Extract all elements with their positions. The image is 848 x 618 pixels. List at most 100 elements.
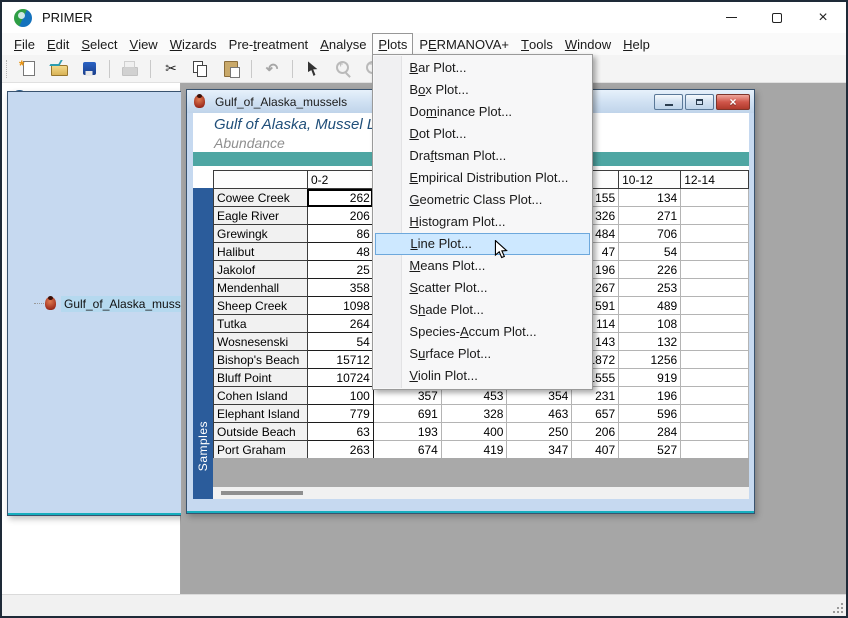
cut-icon[interactable] <box>159 58 183 80</box>
cell[interactable]: 100 <box>307 387 373 405</box>
menu-item-dot-plot[interactable]: Dot Plot... <box>373 123 592 145</box>
menu-tools[interactable]: Tools <box>515 33 559 55</box>
row-label[interactable]: Cohen Island <box>214 387 308 405</box>
cell[interactable] <box>681 207 749 225</box>
cell[interactable] <box>681 369 749 387</box>
cell[interactable]: 400 <box>441 423 507 441</box>
menu-window[interactable]: Window <box>559 33 617 55</box>
menu-item-dominance-plot[interactable]: Dominance Plot... <box>373 101 592 123</box>
row-label[interactable]: Eagle River <box>214 207 308 225</box>
menu-wizards[interactable]: Wizards <box>164 33 223 55</box>
cell[interactable]: 779 <box>307 405 373 423</box>
cell[interactable]: 206 <box>572 423 619 441</box>
menu-help[interactable]: Help <box>617 33 656 55</box>
menu-item-scatter-plot[interactable]: Scatter Plot... <box>373 277 592 299</box>
row-label[interactable]: Bluff Point <box>214 369 308 387</box>
cell[interactable]: 284 <box>619 423 681 441</box>
cell[interactable]: 134 <box>619 189 681 207</box>
row-label[interactable]: Tutka <box>214 315 308 333</box>
menu-item-histogram-plot[interactable]: Histogram Plot... <box>373 211 592 233</box>
column-header[interactable]: 10-12 <box>619 171 681 189</box>
menu-item-violin-plot[interactable]: Violin Plot... <box>373 365 592 387</box>
cell[interactable] <box>681 189 749 207</box>
zoom-in-icon[interactable]: + <box>331 58 355 80</box>
menu-item-geometric-class-plot[interactable]: Geometric Class Plot... <box>373 189 592 211</box>
cell[interactable]: 63 <box>307 423 373 441</box>
menu-item-draftsman-plot[interactable]: Draftsman Plot... <box>373 145 592 167</box>
cell[interactable] <box>681 405 749 423</box>
menu-item-empirical-distribution-plot[interactable]: Empirical Distribution Plot... <box>373 167 592 189</box>
cell[interactable]: 419 <box>441 441 507 459</box>
cell[interactable]: 206 <box>307 207 373 225</box>
cell[interactable]: 226 <box>619 261 681 279</box>
cell[interactable] <box>681 333 749 351</box>
resize-grip[interactable] <box>831 601 843 613</box>
cell[interactable]: 489 <box>619 297 681 315</box>
cell[interactable] <box>681 243 749 261</box>
cell[interactable] <box>681 441 749 459</box>
cell[interactable]: 48 <box>307 243 373 261</box>
cell[interactable]: 250 <box>507 423 572 441</box>
cell[interactable]: 407 <box>572 441 619 459</box>
minimize-button[interactable] <box>708 2 754 33</box>
cell[interactable]: 10724 <box>307 369 373 387</box>
open-workspace-icon[interactable] <box>47 58 71 80</box>
cell[interactable]: 264 <box>307 315 373 333</box>
cell[interactable] <box>681 387 749 405</box>
print-icon[interactable] <box>118 58 142 80</box>
cell[interactable]: 919 <box>619 369 681 387</box>
new-workspace-icon[interactable] <box>17 58 41 80</box>
row-label[interactable]: Sheep Creek <box>214 297 308 315</box>
maximize-button[interactable] <box>754 2 800 33</box>
cell[interactable] <box>681 351 749 369</box>
child-minimize-button[interactable] <box>654 94 683 110</box>
row-label[interactable]: Elephant Island <box>214 405 308 423</box>
row-label[interactable]: Mendenhall <box>214 279 308 297</box>
cell[interactable]: 271 <box>619 207 681 225</box>
row-label[interactable]: Cowee Creek <box>214 189 308 207</box>
column-header[interactable]: 12-14 <box>681 171 749 189</box>
cell[interactable] <box>681 225 749 243</box>
cell[interactable] <box>681 423 749 441</box>
cell[interactable]: 1098 <box>307 297 373 315</box>
cell[interactable] <box>681 279 749 297</box>
menu-permanova-[interactable]: PERMANOVA+ <box>413 33 515 55</box>
cell[interactable]: 262 <box>307 189 373 207</box>
cell[interactable]: 358 <box>307 279 373 297</box>
cell[interactable]: 253 <box>619 279 681 297</box>
menu-pre-treatment[interactable]: Pre-treatment <box>223 33 315 55</box>
child-restore-button[interactable] <box>685 94 714 110</box>
cell[interactable]: 328 <box>441 405 507 423</box>
cell[interactable]: 108 <box>619 315 681 333</box>
row-label[interactable]: Halibut <box>214 243 308 261</box>
menu-edit[interactable]: Edit <box>41 33 75 55</box>
menu-analyse[interactable]: Analyse <box>314 33 372 55</box>
row-label[interactable]: Port Graham <box>214 441 308 459</box>
cell[interactable]: 1256 <box>619 351 681 369</box>
menu-plots[interactable]: PlotsBar Plot...Box Plot...Dominance Plo… <box>372 33 413 55</box>
row-label[interactable]: Jakolof <box>214 261 308 279</box>
row-label[interactable]: Grewingk <box>214 225 308 243</box>
pointer-icon[interactable] <box>301 58 325 80</box>
copy-icon[interactable] <box>189 58 213 80</box>
column-header[interactable]: 0-2 <box>307 171 373 189</box>
menu-item-bar-plot[interactable]: Bar Plot... <box>373 57 592 79</box>
cell[interactable]: 193 <box>373 423 441 441</box>
menu-item-box-plot[interactable]: Box Plot... <box>373 79 592 101</box>
cell[interactable]: 527 <box>619 441 681 459</box>
scrollbar-thumb[interactable] <box>221 491 303 495</box>
cell[interactable] <box>681 297 749 315</box>
cell[interactable]: 691 <box>373 405 441 423</box>
cell[interactable]: 54 <box>307 333 373 351</box>
cell[interactable]: 463 <box>507 405 572 423</box>
cell[interactable]: 657 <box>572 405 619 423</box>
horizontal-scrollbar[interactable] <box>213 487 749 499</box>
row-label-header[interactable] <box>214 171 308 189</box>
cell[interactable]: 263 <box>307 441 373 459</box>
menu-item-means-plot[interactable]: Means Plot... <box>373 255 592 277</box>
cell[interactable] <box>681 315 749 333</box>
menu-item-line-plot[interactable]: Line Plot... <box>375 233 590 255</box>
cell[interactable]: 674 <box>373 441 441 459</box>
cell[interactable]: 196 <box>619 387 681 405</box>
menu-select[interactable]: Select <box>75 33 123 55</box>
